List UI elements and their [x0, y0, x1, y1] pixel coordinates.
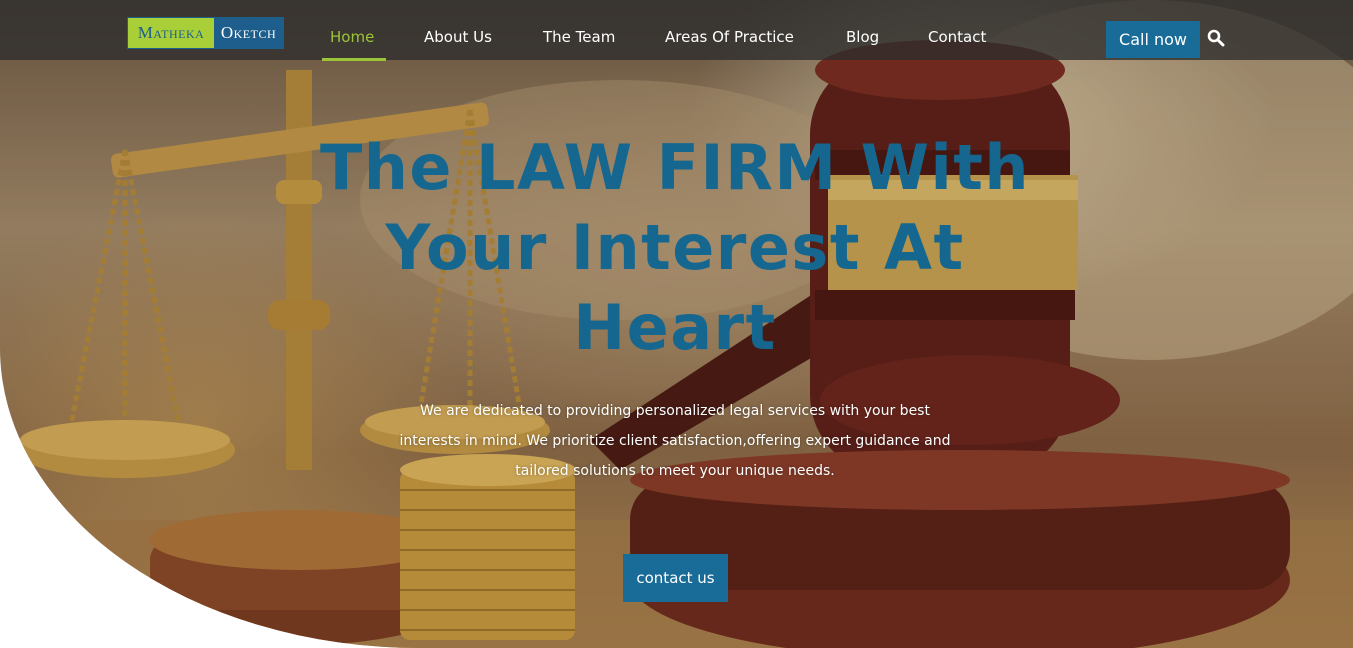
logo-right-text: Oketch: [220, 23, 277, 42]
nav-item-blog[interactable]: Blog: [846, 28, 879, 46]
search-icon[interactable]: [1207, 29, 1225, 47]
logo-left-part: Matheka: [128, 18, 214, 48]
nav-item-contact[interactable]: Contact: [928, 28, 986, 46]
page: Matheka Oketch Home About Us The Team Ar…: [0, 0, 1353, 648]
top-navbar: Matheka Oketch Home About Us The Team Ar…: [0, 0, 1353, 61]
nav-item-the-team[interactable]: The Team: [543, 28, 615, 46]
hero-title: The LAW FIRM With Your Interest At Heart: [319, 131, 1031, 364]
nav-item-areas-of-practice[interactable]: Areas Of Practice: [665, 28, 794, 46]
contact-us-button[interactable]: contact us: [623, 554, 728, 602]
call-now-label: Call now: [1119, 30, 1187, 49]
contact-us-label: contact us: [636, 569, 715, 587]
nav-item-home[interactable]: Home: [330, 28, 374, 46]
nav-active-underline: [322, 58, 386, 61]
logo-right-part: Oketch: [214, 18, 283, 48]
site-logo[interactable]: Matheka Oketch: [127, 17, 284, 49]
hero-description: We are dedicated to providing personaliz…: [399, 403, 951, 479]
call-now-button[interactable]: Call now: [1106, 21, 1200, 58]
nav-item-about-us[interactable]: About Us: [424, 28, 492, 46]
logo-left-text: Matheka: [137, 23, 205, 42]
